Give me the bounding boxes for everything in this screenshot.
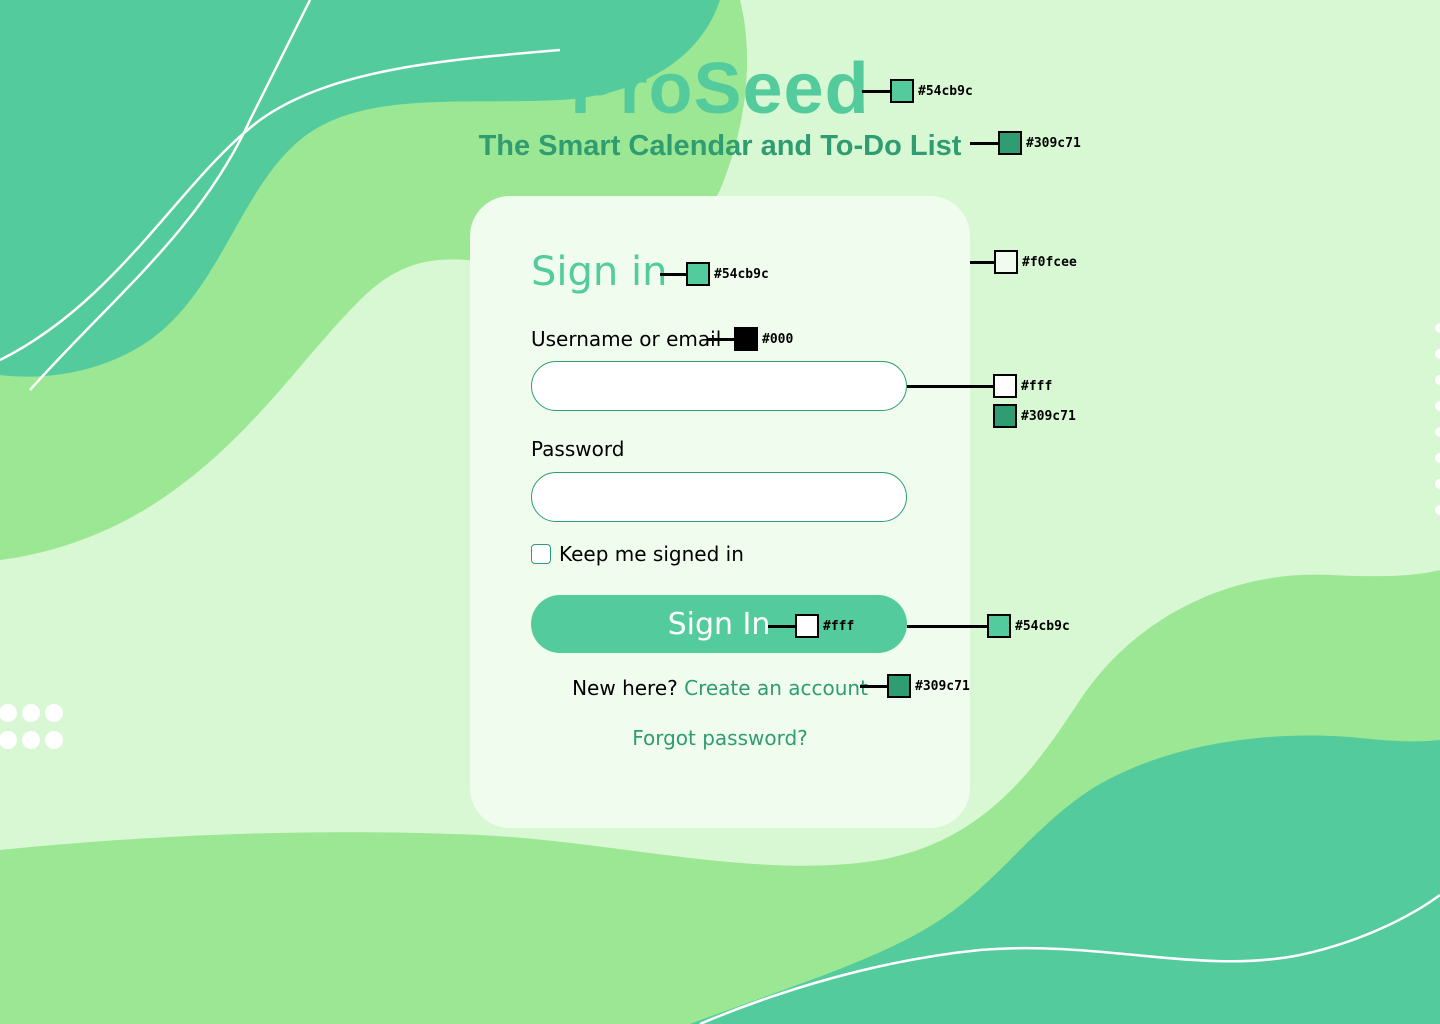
swatch-logo-label: #54cb9c — [918, 83, 973, 99]
swatch-button-bg-label: #54cb9c — [1015, 618, 1070, 634]
swatch-card: #f0fcee — [970, 250, 1077, 274]
swatch-button-text-box — [795, 614, 819, 638]
swatch-title-box — [686, 262, 710, 286]
username-input[interactable] — [531, 361, 907, 411]
swatch-input-bg-label: #fff — [1021, 378, 1053, 394]
swatch-card-box — [994, 250, 1018, 274]
password-input[interactable] — [531, 472, 907, 522]
swatch-input-bg-box — [993, 374, 1017, 398]
create-account-link[interactable]: Create an account — [684, 676, 868, 700]
swatch-link: #309c71 — [860, 674, 970, 698]
swatch-tagline-label: #309c71 — [1026, 135, 1081, 151]
swatch-input-border-box — [993, 404, 1017, 428]
swatch-button-bg-box — [987, 614, 1011, 638]
swatch-title-label: #54cb9c — [714, 266, 769, 282]
swatch-link-label: #309c71 — [915, 678, 970, 694]
swatch-logo: #54cb9c — [862, 79, 973, 103]
forgot-password-link[interactable]: Forgot password? — [632, 726, 808, 750]
swatch-button-text: #fff — [768, 614, 854, 638]
app-tagline: The Smart Calendar and To-Do List — [478, 130, 962, 162]
new-here-text: New here? — [572, 676, 678, 700]
swatch-input-border-label: #309c71 — [1021, 408, 1076, 424]
swatch-link-box — [887, 674, 911, 698]
swatch-tagline-box — [998, 131, 1022, 155]
swatch-card-label: #f0fcee — [1022, 254, 1077, 270]
swatch-label: #000 — [708, 327, 793, 351]
swatch-tagline: #309c71 — [970, 131, 1081, 155]
swatch-button-text-label: #fff — [823, 618, 855, 634]
swatch-label-label: #000 — [762, 331, 794, 347]
swatch-logo-box — [890, 79, 914, 103]
password-label: Password — [531, 437, 625, 461]
keep-signed-in-row: Keep me signed in — [531, 541, 744, 567]
keep-signed-in-checkbox[interactable] — [531, 544, 551, 564]
swatch-button-bg: #54cb9c — [907, 614, 1070, 638]
signin-card: Sign in Username or email Password Keep … — [470, 196, 970, 828]
keep-signed-in-label[interactable]: Keep me signed in — [559, 542, 744, 566]
swatch-title: #54cb9c — [660, 262, 769, 286]
forgot-password-row: Forgot password? — [470, 726, 970, 750]
signin-title: Sign in — [531, 249, 668, 295]
username-label: Username or email — [531, 327, 722, 351]
app-logo: ProSeed — [570, 49, 870, 129]
swatch-input-border: #309c71 — [993, 404, 1076, 428]
swatch-input-bg: #fff — [907, 374, 1052, 398]
swatch-label-box — [734, 327, 758, 351]
